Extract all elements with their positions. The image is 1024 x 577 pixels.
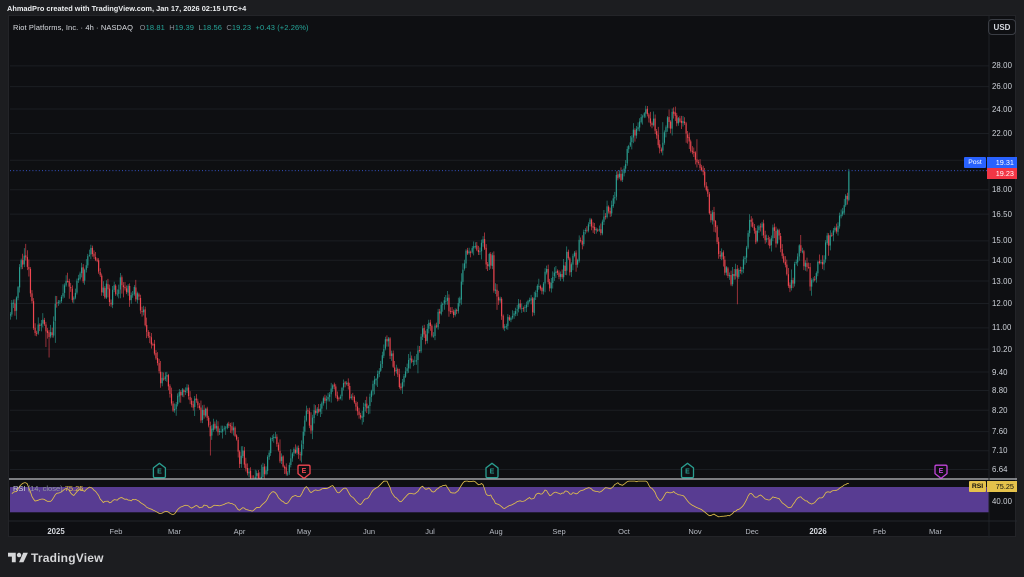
svg-text:E: E <box>490 468 495 475</box>
svg-text:E: E <box>157 468 162 475</box>
svg-text:E: E <box>939 468 944 475</box>
svg-text:E: E <box>685 468 690 475</box>
svg-text:E: E <box>302 468 307 475</box>
